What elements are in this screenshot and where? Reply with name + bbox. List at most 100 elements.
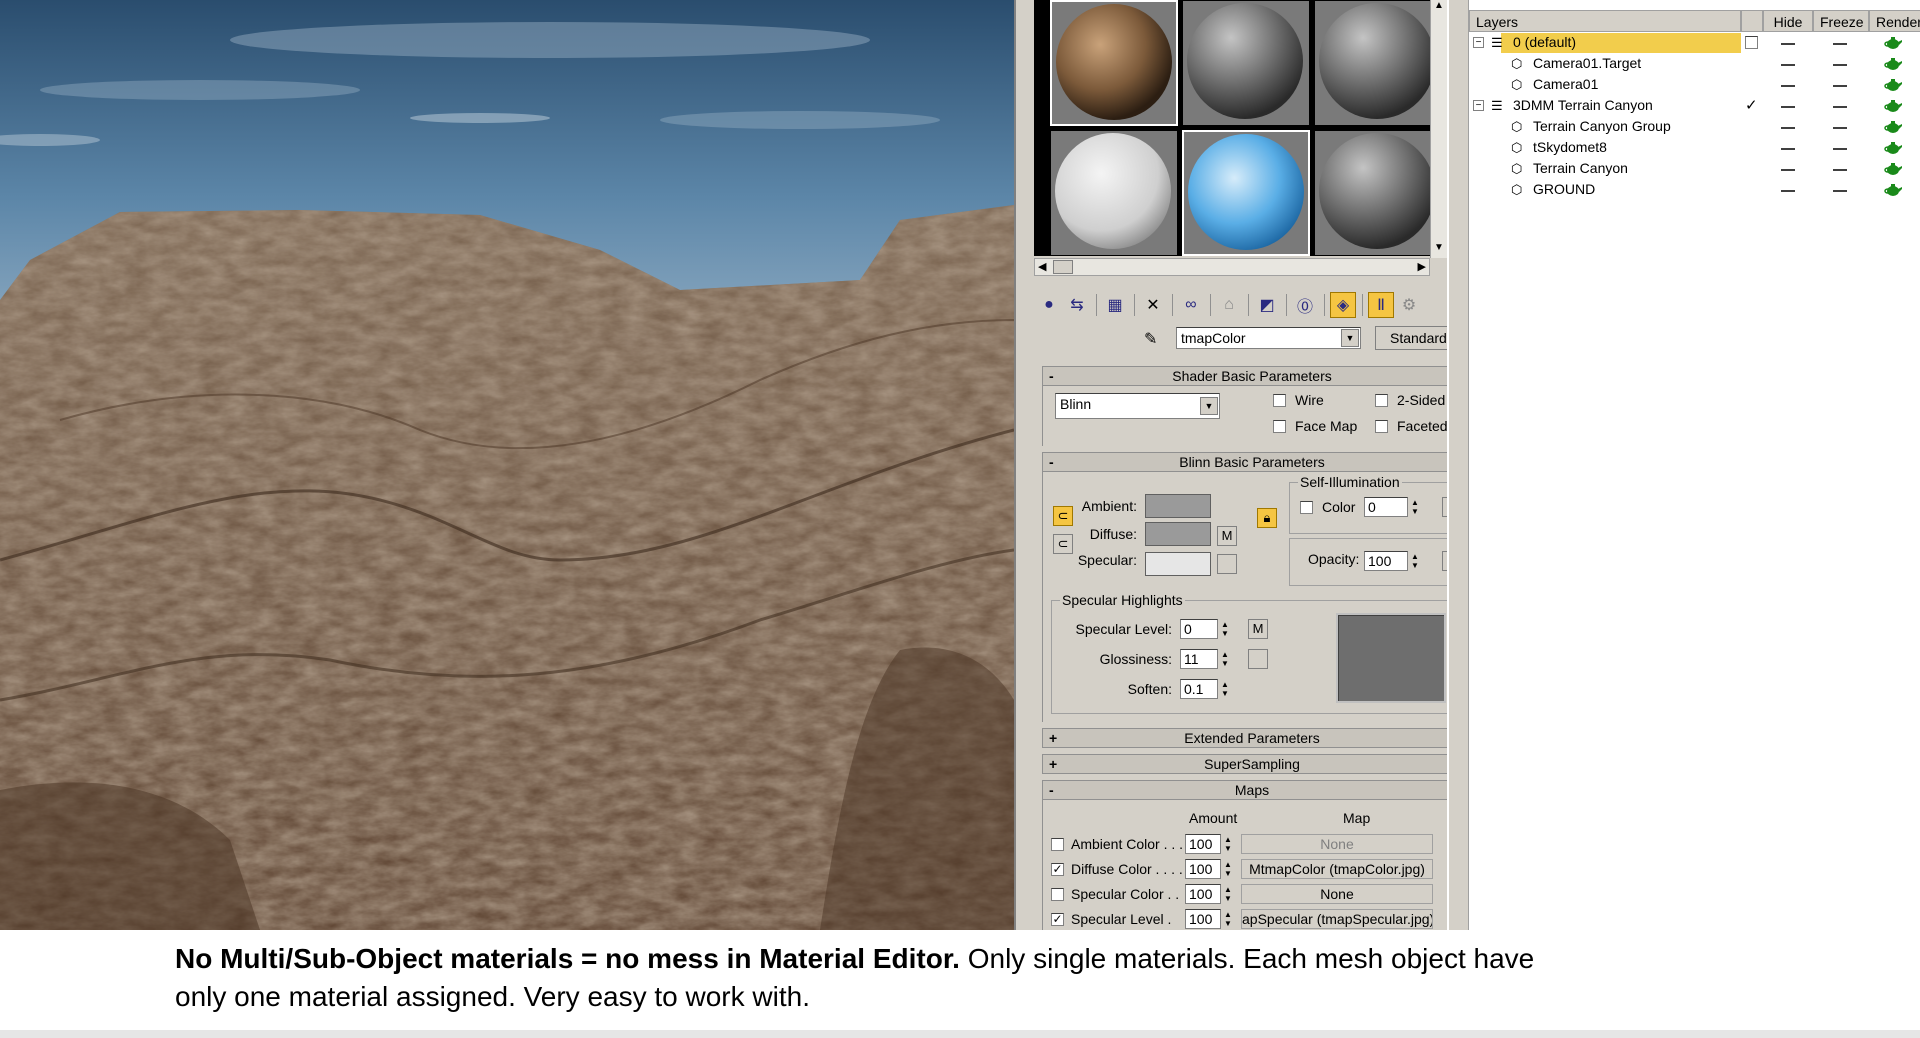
layer-name[interactable]: 3DMM Terrain Canyon	[1513, 97, 1653, 113]
render-teapot-icon[interactable]	[1883, 141, 1903, 155]
layer-object-row[interactable]: ⬡ Camera01.Target	[1469, 54, 1920, 75]
maps-rollout-header[interactable]: - Maps	[1042, 780, 1447, 800]
layer-object-row[interactable]: ⬡ Terrain Canyon Group	[1469, 117, 1920, 138]
material-type-button[interactable]: Standard	[1375, 326, 1447, 350]
freeze-toggle[interactable]	[1833, 64, 1847, 66]
self-illum-value-spinner[interactable]: 0 ▲ ▼	[1364, 497, 1419, 517]
layer-row[interactable]: − ☰ 0 (default)	[1469, 33, 1920, 54]
opacity-map-button[interactable]	[1442, 551, 1447, 571]
face-map-checkbox[interactable]	[1273, 420, 1286, 433]
spinner-arrows-icon[interactable]: ▲ ▼	[1222, 835, 1234, 855]
layer-row[interactable]: − ☰ 3DMM Terrain Canyon ✓	[1469, 96, 1920, 117]
shader-basic-rollout-header[interactable]: - Shader Basic Parameters	[1042, 366, 1447, 386]
render-teapot-icon[interactable]	[1883, 57, 1903, 71]
eyedropper-icon[interactable]: ✎	[1144, 329, 1157, 349]
chevron-down-icon[interactable]: ▼	[1200, 397, 1218, 415]
material-slot-3[interactable]	[1314, 0, 1442, 126]
hide-toggle[interactable]	[1781, 43, 1795, 45]
hide-toggle[interactable]	[1781, 190, 1795, 192]
slots-horizontal-scrollbar[interactable]: ◀ ▶	[1034, 258, 1430, 276]
layer-object-row[interactable]: ⬡ tSkydomet8	[1469, 138, 1920, 159]
current-layer-check-icon[interactable]: ✓	[1745, 96, 1758, 114]
scroll-up-icon[interactable]: ▲	[1434, 0, 1444, 11]
render-teapot-icon[interactable]	[1883, 78, 1903, 92]
layer-name[interactable]: Terrain Canyon	[1533, 160, 1628, 176]
effects-channel-icon[interactable]: ⓪	[1292, 292, 1318, 318]
render-teapot-icon[interactable]	[1883, 99, 1903, 113]
ambient-color-swatch[interactable]	[1145, 494, 1211, 518]
render-teapot-icon[interactable]	[1883, 162, 1903, 176]
self-illum-map-button[interactable]	[1442, 497, 1447, 517]
map-amount-spinner[interactable]: 100 ▲ ▼	[1185, 859, 1232, 879]
lock-diffuse-specular-icon[interactable]: ⊂	[1053, 534, 1073, 554]
material-slot-2[interactable]	[1182, 0, 1310, 126]
chevron-down-icon[interactable]: ▼	[1341, 329, 1359, 347]
scroll-down-icon[interactable]: ▼	[1434, 242, 1444, 253]
freeze-toggle[interactable]	[1833, 127, 1847, 129]
material-slot-4[interactable]	[1050, 130, 1178, 256]
render-teapot-icon[interactable]	[1883, 36, 1903, 50]
hide-toggle[interactable]	[1781, 64, 1795, 66]
layer-name[interactable]: tSkydomet8	[1533, 139, 1607, 155]
go-to-parent-icon[interactable]: ⚙	[1396, 292, 1422, 318]
freeze-toggle[interactable]	[1833, 106, 1847, 108]
specular-level-map-checkbox[interactable]: ✓	[1051, 913, 1064, 926]
material-effects-icon[interactable]: ◩	[1254, 292, 1280, 318]
freeze-toggle[interactable]	[1833, 85, 1847, 87]
spinner-arrows-icon[interactable]: ▲ ▼	[1222, 910, 1234, 930]
layer-name[interactable]: GROUND	[1533, 181, 1595, 197]
material-slot-1[interactable]	[1050, 0, 1178, 126]
spinner-arrows-icon[interactable]: ▲ ▼	[1409, 552, 1421, 572]
specular-color-map-button[interactable]: None	[1241, 884, 1433, 904]
glossiness-map-button[interactable]	[1248, 649, 1268, 669]
collapse-toggle-icon[interactable]: −	[1473, 100, 1484, 111]
scroll-thumb[interactable]	[1053, 260, 1073, 274]
hide-toggle[interactable]	[1781, 127, 1795, 129]
material-slot-6[interactable]	[1314, 130, 1442, 256]
map-amount-spinner[interactable]: 100 ▲ ▼	[1185, 834, 1232, 854]
show-end-result-icon[interactable]: Ⅱ	[1368, 292, 1394, 318]
render-teapot-icon[interactable]	[1883, 120, 1903, 134]
spinner-arrows-icon[interactable]: ▲ ▼	[1219, 650, 1231, 670]
put-to-library-icon[interactable]: ⌂	[1216, 292, 1242, 318]
diffuse-color-map-button[interactable]: MtmapColor (tmapColor.jpg)	[1241, 859, 1433, 879]
faceted-checkbox[interactable]	[1375, 420, 1388, 433]
extended-params-rollout-header[interactable]: + Extended Parameters	[1042, 728, 1447, 748]
hide-toggle[interactable]	[1781, 169, 1795, 171]
lock-ambient-diffuse-icon[interactable]: ⊂	[1053, 506, 1073, 526]
hide-toggle[interactable]	[1781, 85, 1795, 87]
scroll-right-icon[interactable]: ▶	[1418, 260, 1426, 273]
hide-toggle[interactable]	[1781, 106, 1795, 108]
layer-name[interactable]: Camera01.Target	[1533, 55, 1641, 71]
freeze-toggle[interactable]	[1833, 148, 1847, 150]
hide-toggle[interactable]	[1781, 148, 1795, 150]
blinn-basic-rollout-header[interactable]: - Blinn Basic Parameters	[1042, 452, 1447, 472]
layers-column-header[interactable]: Layers	[1469, 10, 1741, 32]
specular-color-swatch[interactable]	[1145, 552, 1211, 576]
layer-name[interactable]: 0 (default)	[1513, 34, 1576, 50]
spinner-arrows-icon[interactable]: ▲ ▼	[1219, 620, 1231, 640]
diffuse-color-map-checkbox[interactable]: ✓	[1051, 863, 1064, 876]
opacity-spinner[interactable]: 100 ▲ ▼	[1364, 551, 1419, 571]
layer-object-row[interactable]: ⬡ Terrain Canyon	[1469, 159, 1920, 180]
current-column-header[interactable]	[1741, 10, 1763, 32]
lock-icon[interactable]: 🔒︎	[1257, 508, 1277, 528]
soften-spinner[interactable]: 0.1 ▲ ▼	[1180, 679, 1229, 699]
spinner-arrows-icon[interactable]: ▲ ▼	[1222, 860, 1234, 880]
layer-object-row[interactable]: ⬡ Camera01	[1469, 75, 1920, 96]
wire-checkbox[interactable]	[1273, 394, 1286, 407]
glossiness-spinner[interactable]: 11 ▲ ▼	[1180, 649, 1229, 669]
get-material-icon[interactable]: ●	[1036, 292, 1062, 318]
show-map-in-viewport-icon[interactable]: ◈	[1330, 292, 1356, 318]
layer-object-row[interactable]: ⬡ GROUND	[1469, 180, 1920, 201]
3d-viewport[interactable]	[0, 0, 1014, 930]
shader-type-dropdown[interactable]: Blinn ▼	[1055, 393, 1220, 419]
ambient-color-map-button[interactable]: None	[1241, 834, 1433, 854]
material-slot-5[interactable]	[1182, 130, 1310, 256]
specular-color-map-checkbox[interactable]	[1051, 888, 1064, 901]
collapse-toggle-icon[interactable]: −	[1473, 37, 1484, 48]
render-column-header[interactable]: Render	[1869, 10, 1920, 32]
map-amount-spinner[interactable]: 100 ▲ ▼	[1185, 884, 1232, 904]
spinner-arrows-icon[interactable]: ▲ ▼	[1222, 885, 1234, 905]
specular-level-spinner[interactable]: 0 ▲ ▼	[1180, 619, 1229, 639]
